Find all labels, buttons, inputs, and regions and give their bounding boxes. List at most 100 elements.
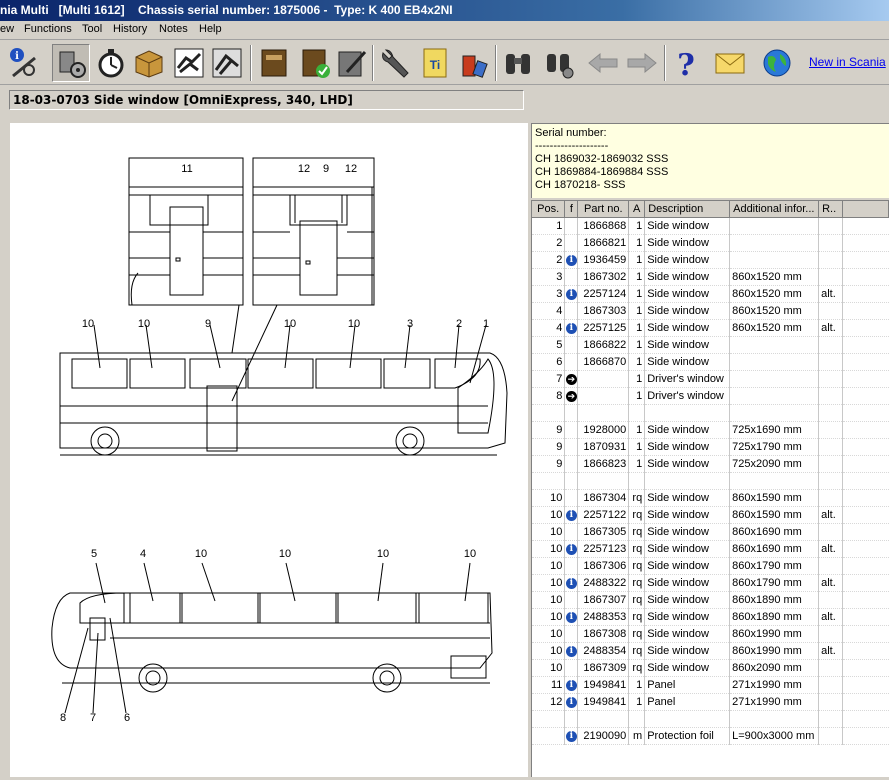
binoculars-advanced-button[interactable] <box>540 44 578 82</box>
globe-button[interactable] <box>758 44 796 82</box>
stopwatch-button[interactable] <box>92 44 130 82</box>
svg-text:i: i <box>15 51 19 62</box>
column-header-remark[interactable]: R.. <box>818 201 843 218</box>
table-row[interactable]: 10 i 2488354 rq Side window 860x1990 mm alt. <box>532 642 889 660</box>
forward-arrow-button[interactable] <box>623 44 661 82</box>
table-row[interactable]: 10 i 2257122 rq Side window 860x1590 mm alt. <box>532 506 889 524</box>
table-row[interactable]: 10 1867305 rq Side window 860x1690 mm <box>532 523 889 541</box>
parts-box-button[interactable] <box>130 44 168 82</box>
info-icon[interactable]: i <box>565 731 577 742</box>
arrow-right-icon[interactable]: ➔ <box>565 373 577 385</box>
info-icon[interactable]: i <box>565 697 577 708</box>
table-row[interactable]: 10 1867304 rq Side window 860x1590 mm <box>532 489 889 507</box>
info-icon[interactable]: i <box>565 289 577 300</box>
menu-help[interactable]: Help <box>199 23 222 35</box>
cell-description: Side window <box>644 234 731 252</box>
column-header-part-no[interactable]: Part no. <box>577 201 630 218</box>
cell-pos: 10 <box>532 574 566 592</box>
table-row[interactable]: 11 i 1949841 1 Panel 271x1990 mm <box>532 676 889 694</box>
table-row[interactable] <box>532 710 889 728</box>
table-row[interactable]: 10 1867308 rq Side window 860x1990 mm <box>532 625 889 643</box>
book-check-button[interactable] <box>296 44 334 82</box>
table-row[interactable]: 3 1867302 1 Side window 860x1520 mm <box>532 268 889 286</box>
info-icon[interactable]: i <box>565 612 577 623</box>
cell-remark <box>818 268 843 286</box>
mail-button[interactable] <box>711 44 749 82</box>
cell-part-no <box>577 370 630 388</box>
table-row[interactable]: 2 i 1936459 1 Side window <box>532 251 889 269</box>
ti-document-button[interactable]: Ti <box>416 44 454 82</box>
manual-button[interactable] <box>208 44 246 82</box>
serial-line: CH 1870218- SSS <box>535 179 626 191</box>
callout-label: 3 <box>407 318 413 330</box>
menu-functions[interactable]: Functions <box>24 23 72 35</box>
binoculars-button[interactable] <box>499 44 537 82</box>
table-row[interactable]: 7 ➔ 1 Driver's window <box>532 370 889 388</box>
back-arrow-button[interactable] <box>584 44 622 82</box>
handshake-button[interactable] <box>170 44 208 82</box>
table-row[interactable]: 6 1866870 1 Side window <box>532 353 889 371</box>
table-row[interactable]: 2 1866821 1 Side window <box>532 234 889 252</box>
cell-flag: i <box>564 540 579 558</box>
table-row[interactable]: 4 1867303 1 Side window 860x1520 mm <box>532 302 889 320</box>
column-header-description[interactable]: Description <box>644 201 731 218</box>
table-row[interactable] <box>532 472 889 490</box>
table-row[interactable]: i 2190090 m Protection foil L=900x3000 mm <box>532 727 889 745</box>
notepad-pen-icon <box>338 50 367 77</box>
column-header-additional-info[interactable]: Additional infor... <box>729 201 820 218</box>
info-icon[interactable]: i <box>565 323 577 334</box>
column-header-pos[interactable]: Pos. <box>532 201 566 218</box>
menu-tool[interactable]: Tool <box>82 23 102 35</box>
new-in-scania-link[interactable]: New in Scania <box>809 55 886 69</box>
table-row[interactable]: 10 1867307 rq Side window 860x1890 mm <box>532 591 889 609</box>
cell-remark <box>818 489 843 507</box>
notepad-pen-button[interactable] <box>333 44 371 82</box>
cell-remark <box>818 370 843 388</box>
cell-flag: ➔ <box>564 387 579 405</box>
table-row[interactable]: 9 1866823 1 Side window 725x2090 mm <box>532 455 889 473</box>
arrow-right-icon[interactable]: ➔ <box>565 390 577 402</box>
info-icon[interactable]: i <box>565 680 577 691</box>
table-row[interactable]: 12 i 1949841 1 Panel 271x1990 mm <box>532 693 889 711</box>
menu-history[interactable]: History <box>113 23 147 35</box>
table-row[interactable]: 10 i 2257123 rq Side window 860x1690 mm alt. <box>532 540 889 558</box>
cell-part-no: 1866821 <box>577 234 630 252</box>
cell-filler <box>842 404 889 422</box>
table-row[interactable]: 8 ➔ 1 Driver's window <box>532 387 889 405</box>
oil-can-button[interactable] <box>455 44 493 82</box>
cell-remark <box>818 421 843 439</box>
cell-part-no: 2257124 <box>577 285 630 303</box>
info-icon[interactable]: i <box>565 578 577 589</box>
cell-additional-info <box>729 404 820 422</box>
table-row[interactable]: 1 1866868 1 Side window <box>532 217 889 235</box>
menu-notes[interactable]: Notes <box>159 23 188 35</box>
info-icon[interactable]: i <box>565 646 577 657</box>
cell-additional-info <box>729 353 820 371</box>
table-row[interactable]: 10 1867306 rq Side window 860x1790 mm <box>532 557 889 575</box>
table-row[interactable]: 9 1870931 1 Side window 725x1790 mm <box>532 438 889 456</box>
cell-filler <box>842 455 889 473</box>
wrench-button[interactable] <box>376 44 414 82</box>
info-icon[interactable]: i <box>565 544 577 555</box>
column-header-amount[interactable]: A <box>628 201 646 218</box>
callout-label: 4 <box>140 548 146 560</box>
table-row[interactable]: 5 1866822 1 Side window <box>532 336 889 354</box>
table-row[interactable]: 4 i 2257125 1 Side window 860x1520 mm alt. <box>532 319 889 337</box>
info-icon[interactable]: i <box>565 510 577 521</box>
cell-description: Side window <box>644 217 731 235</box>
cell-pos: 8 <box>532 387 566 405</box>
parts-table-panel: Pos. f Part no. A Description Additional… <box>531 200 889 777</box>
table-row[interactable]: 10 i 2488322 rq Side window 860x1790 mm alt. <box>532 574 889 592</box>
info-tools-button[interactable]: i <box>5 44 43 82</box>
help-button[interactable]: ? <box>667 44 705 82</box>
book-button[interactable] <box>255 44 293 82</box>
table-row[interactable]: 10 i 2488353 rq Side window 860x1890 mm alt. <box>532 608 889 626</box>
table-row[interactable]: 3 i 2257124 1 Side window 860x1520 mm alt. <box>532 285 889 303</box>
menu-view[interactable]: ew <box>0 23 14 35</box>
table-row[interactable] <box>532 404 889 422</box>
engine-gear-button[interactable] <box>52 44 90 82</box>
table-row[interactable]: 10 1867309 rq Side window 860x2090 mm <box>532 659 889 677</box>
info-icon[interactable]: i <box>565 255 577 266</box>
column-header-flag[interactable]: f <box>564 201 579 218</box>
table-row[interactable]: 9 1928000 1 Side window 725x1690 mm <box>532 421 889 439</box>
